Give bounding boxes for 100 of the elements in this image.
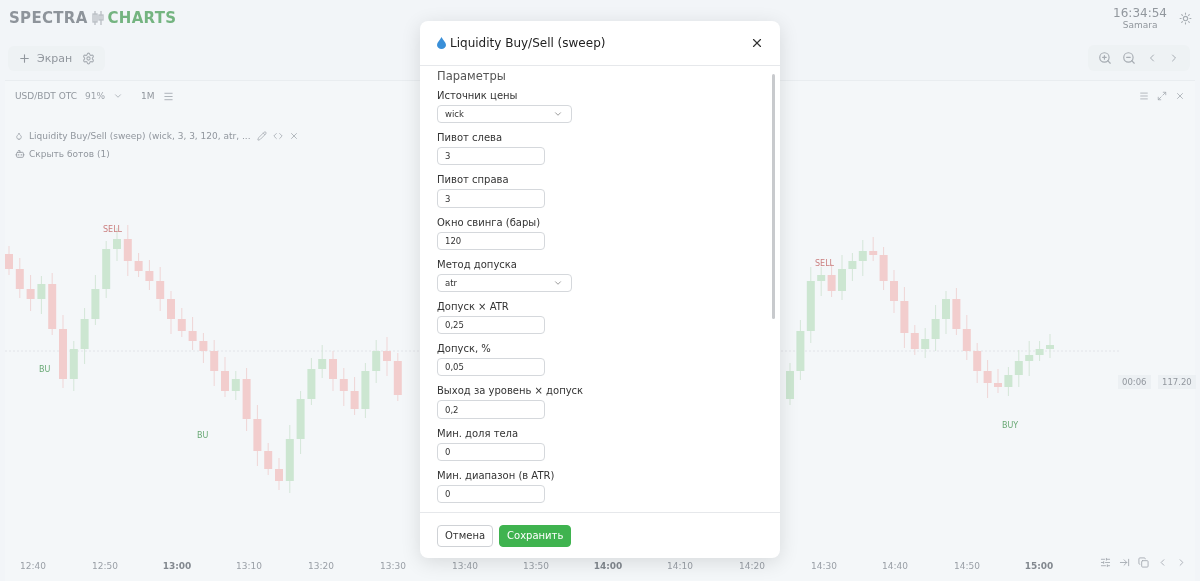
pencil-icon[interactable] xyxy=(256,131,267,141)
signal-label: BUY xyxy=(1002,421,1019,430)
field-label: Допуск, % xyxy=(437,343,492,355)
candle xyxy=(69,340,78,392)
time-tick: 13:40 xyxy=(452,561,478,571)
time-tick: 13:20 xyxy=(308,561,334,571)
zoom-in-icon[interactable] xyxy=(1098,51,1112,65)
candle xyxy=(994,368,1002,394)
code-icon[interactable] xyxy=(272,131,283,141)
candle xyxy=(48,272,57,336)
field-label: Источник цены xyxy=(437,90,519,101)
chevron-down-icon[interactable] xyxy=(113,91,124,101)
input-field[interactable]: 0,2 xyxy=(437,400,545,419)
time-tick: 14:50 xyxy=(954,561,980,571)
candle xyxy=(952,287,961,336)
candle xyxy=(318,344,327,379)
select-field[interactable]: atr xyxy=(437,273,572,292)
expand-icon[interactable] xyxy=(1157,91,1167,101)
field-label: Пивот справа xyxy=(437,174,510,186)
candle xyxy=(285,424,294,494)
sliders-icon[interactable] xyxy=(1100,557,1111,568)
field-label: Пивот слева xyxy=(437,132,504,144)
field-label: Выход за уровень × допуск xyxy=(437,385,585,397)
candle xyxy=(156,266,165,312)
candle xyxy=(188,316,197,351)
droplet-icon xyxy=(15,132,23,140)
time-tick: 14:20 xyxy=(739,561,765,571)
clock: 16:34:54 xyxy=(1113,6,1167,20)
arrow-to-line-icon[interactable] xyxy=(1119,557,1130,568)
candle xyxy=(890,269,898,314)
time-tick: 13:30 xyxy=(380,561,406,571)
select-field[interactable]: wick xyxy=(437,105,572,124)
field-label: Окно свинга (бары) xyxy=(437,216,542,228)
candle xyxy=(339,367,348,407)
section-title: Параметры xyxy=(437,69,507,83)
input-field[interactable]: 0,25 xyxy=(437,316,545,335)
candle xyxy=(361,362,370,419)
candle xyxy=(817,266,826,297)
dialog-title: Liquidity Buy/Sell (sweep) xyxy=(450,36,606,50)
settings-icon[interactable] xyxy=(82,51,96,65)
robot-icon xyxy=(15,149,25,159)
menu-icon[interactable] xyxy=(1139,91,1149,101)
input-field[interactable]: 0 xyxy=(437,442,545,461)
time-tick: 14:40 xyxy=(882,561,908,571)
candle xyxy=(942,290,950,335)
signal-label: SELL xyxy=(815,259,835,268)
sun-icon[interactable] xyxy=(1179,11,1192,25)
close-icon[interactable] xyxy=(288,131,299,141)
menu-icon[interactable] xyxy=(162,90,174,102)
candle xyxy=(858,239,867,277)
candle xyxy=(973,342,982,384)
logo-text: CHARTS xyxy=(107,9,177,27)
candle xyxy=(383,336,391,377)
candle xyxy=(242,367,251,432)
candle xyxy=(296,390,305,455)
time-tick: 12:50 xyxy=(92,561,118,571)
input-field[interactable]: 3 xyxy=(437,147,545,166)
field-label: Мин. доля тела xyxy=(437,427,520,439)
input-field[interactable]: 3 xyxy=(437,189,545,208)
candle xyxy=(350,376,359,416)
cancel-button[interactable]: Отмена xyxy=(437,524,494,547)
plus-icon xyxy=(18,51,31,65)
candle xyxy=(253,404,262,467)
close-button[interactable] xyxy=(750,36,764,50)
signal-label: SELL xyxy=(103,225,123,234)
time-tick: 13:10 xyxy=(236,561,262,571)
signal-label: BU xyxy=(39,365,51,374)
input-field[interactable]: 0 xyxy=(437,484,545,504)
candle xyxy=(1014,349,1023,388)
candle xyxy=(167,290,175,335)
scrollbar-thumb[interactable] xyxy=(772,74,775,319)
candle xyxy=(15,257,24,299)
logo-text: SPECTRA xyxy=(9,9,88,27)
candle xyxy=(983,359,992,399)
candle xyxy=(329,350,337,392)
candle xyxy=(37,275,46,315)
candle xyxy=(221,356,229,398)
timezone: Samara xyxy=(1122,20,1158,30)
time-tick: 15:00 xyxy=(1024,561,1054,571)
candle xyxy=(80,307,89,365)
copy-icon[interactable] xyxy=(1138,557,1149,568)
candle xyxy=(962,314,971,361)
candle xyxy=(848,252,857,282)
candle xyxy=(264,442,273,476)
candle xyxy=(796,319,805,381)
candle xyxy=(838,254,846,301)
candle xyxy=(210,339,219,387)
candle xyxy=(177,307,186,338)
candle xyxy=(91,274,100,326)
candle xyxy=(134,252,143,278)
time-tick: 13:50 xyxy=(523,561,549,571)
zoom-out-icon[interactable] xyxy=(1122,51,1136,65)
input-field[interactable]: 0,05 xyxy=(437,358,545,377)
time-tick: 14:30 xyxy=(811,561,837,571)
close-icon[interactable] xyxy=(1175,91,1185,101)
input-field[interactable]: 120 xyxy=(437,231,545,250)
payout-label: 91% xyxy=(85,91,106,101)
field-label: Метод допуска xyxy=(437,258,518,270)
candle xyxy=(123,224,132,277)
time-tick: 12:40 xyxy=(20,561,46,571)
